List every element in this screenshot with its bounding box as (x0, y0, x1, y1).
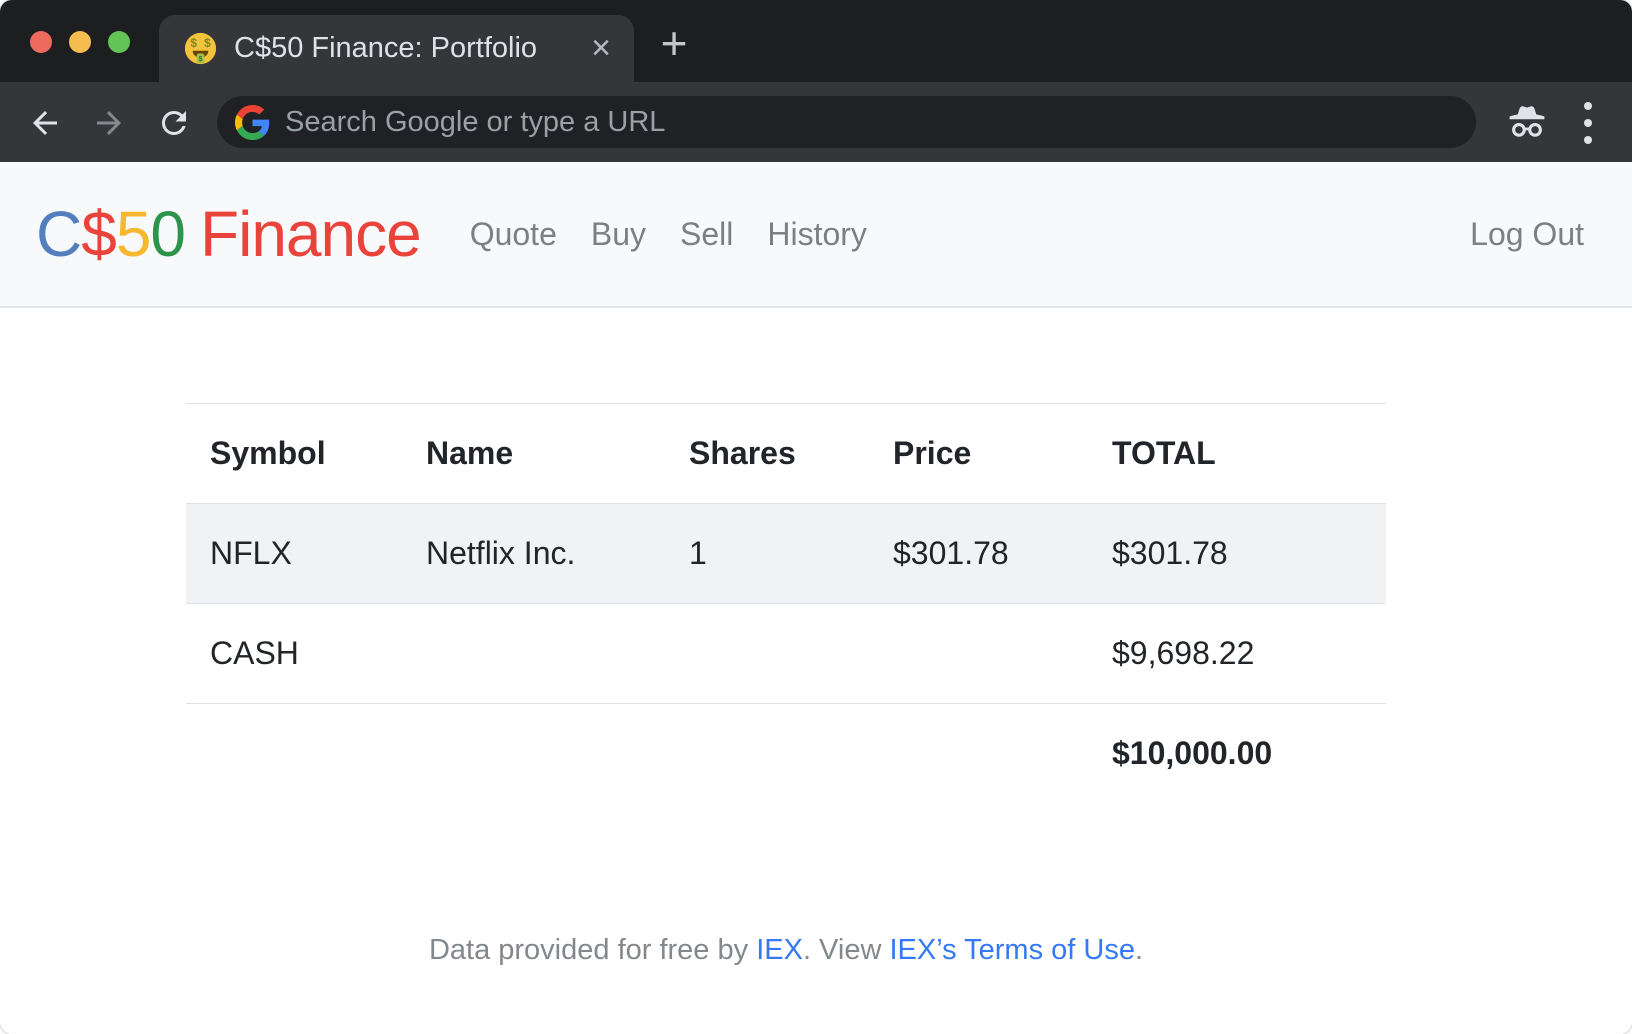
cell-shares (665, 604, 869, 704)
column-header-shares: Shares (665, 404, 869, 504)
table-row: NFLX Netflix Inc. 1 $301.78 $301.78 (186, 504, 1386, 604)
back-icon[interactable] (23, 101, 67, 145)
brand-logo[interactable]: C$50Finance (36, 197, 421, 271)
tab-title: C$50 Finance: Portfolio (234, 32, 584, 65)
web-page: C$50Finance Quote Buy Sell History Log O… (0, 162, 1632, 1034)
nav-link-history[interactable]: History (750, 216, 884, 253)
nav-link-quote[interactable]: Quote (453, 216, 574, 253)
tab-close-icon[interactable]: × (584, 32, 618, 66)
cell-price: $301.78 (869, 504, 1088, 604)
disclaimer-text: . (1135, 934, 1143, 966)
cell-symbol: CASH (186, 604, 402, 704)
cell-symbol: NFLX (186, 504, 402, 604)
traffic-lights (30, 31, 130, 53)
table-header-row: Symbol Name Shares Price TOTAL (186, 404, 1386, 504)
disclaimer-text: . View (803, 934, 890, 966)
address-bar[interactable]: Search Google or type a URL (217, 96, 1476, 148)
iex-link[interactable]: IEX (756, 934, 803, 966)
google-logo-icon (235, 105, 270, 140)
money-mouth-favicon-icon: $ $ $ (184, 32, 217, 65)
brand-letter-zero: 0 (150, 198, 185, 270)
cell-price (869, 604, 1088, 704)
cell-name (402, 604, 665, 704)
column-header-price: Price (869, 404, 1088, 504)
iex-terms-link[interactable]: IEX’s Terms of Use (889, 934, 1135, 966)
browser-tab[interactable]: $ $ $ C$50 Finance: Portfolio × (159, 15, 634, 82)
tab-strip: $ $ $ C$50 Finance: Portfolio × + (0, 0, 1632, 82)
zoom-window-button[interactable] (108, 31, 130, 53)
forward-icon[interactable] (87, 101, 131, 145)
table-row: CASH $9,698.22 (186, 604, 1386, 704)
nav-link-sell[interactable]: Sell (663, 216, 750, 253)
portfolio-content: Symbol Name Shares Price TOTAL NFLX Netf… (0, 403, 1632, 967)
svg-text:$: $ (204, 36, 211, 50)
nav-link-buy[interactable]: Buy (574, 216, 663, 253)
reload-icon[interactable] (152, 101, 196, 145)
column-header-symbol: Symbol (186, 404, 402, 504)
browser-window: $ $ $ C$50 Finance: Portfolio × + (0, 0, 1632, 1034)
log-out-link[interactable]: Log Out (1470, 216, 1584, 253)
svg-text:$: $ (199, 56, 203, 63)
data-disclaimer: Data provided for free by IEX. View IEX’… (186, 934, 1386, 967)
site-header: C$50Finance Quote Buy Sell History Log O… (0, 162, 1632, 308)
grand-total-value: $10,000.00 (1088, 704, 1386, 804)
cell-shares: 1 (665, 504, 869, 604)
close-window-button[interactable] (30, 31, 52, 53)
grand-total-row: $10,000.00 (186, 704, 1386, 804)
address-bar-placeholder: Search Google or type a URL (285, 106, 665, 139)
brand-letter-c: C (36, 198, 81, 270)
column-header-name: Name (402, 404, 665, 504)
browser-toolbar: Search Google or type a URL (0, 82, 1632, 162)
svg-text:$: $ (190, 36, 197, 50)
browser-menu-icon[interactable] (1580, 101, 1596, 145)
cell-total: $9,698.22 (1088, 604, 1386, 704)
brand-letter-five: 5 (116, 198, 151, 270)
incognito-icon (1500, 96, 1554, 148)
portfolio-table: Symbol Name Shares Price TOTAL NFLX Netf… (186, 403, 1386, 804)
brand-letter-dollar: $ (81, 198, 116, 270)
site-nav: Quote Buy Sell History (453, 216, 884, 253)
column-header-total: TOTAL (1088, 404, 1386, 504)
cell-total: $301.78 (1088, 504, 1386, 604)
disclaimer-text: Data provided for free by (429, 934, 756, 966)
cell-name: Netflix Inc. (402, 504, 665, 604)
brand-name: Finance (200, 198, 421, 270)
minimize-window-button[interactable] (69, 31, 91, 53)
new-tab-button[interactable]: + (652, 22, 696, 66)
